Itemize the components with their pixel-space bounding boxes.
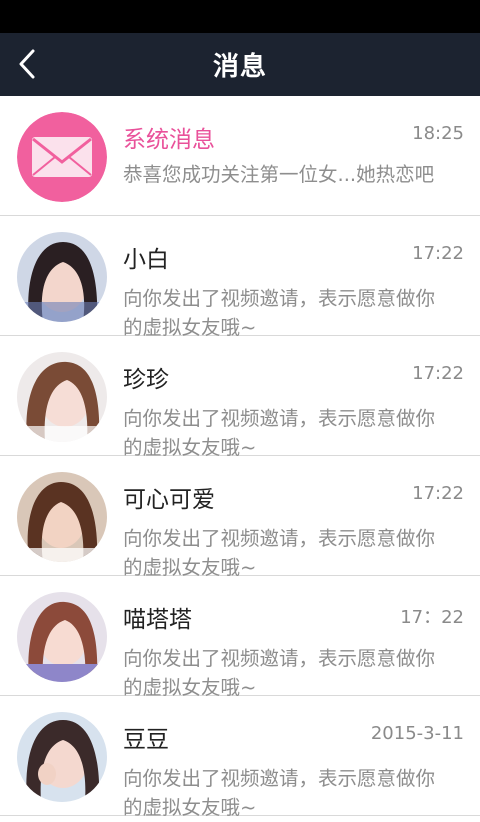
list-item-conversation[interactable]: 可心可爱 17:22 向你发出了视频邀请，表示愿意做你的虚拟女友哦~ (0, 456, 480, 579)
back-button[interactable] (6, 41, 48, 87)
message-preview: 向你发出了视频邀请，表示愿意做你的虚拟女友哦~ (123, 287, 436, 339)
message-preview: 向你发出了视频邀请，表示愿意做你的虚拟女友哦~ (123, 647, 436, 699)
avatar (17, 232, 107, 322)
message-preview: 向你发出了视频邀请，表示愿意做你的虚拟女友哦~ (123, 407, 436, 459)
list-item-conversation[interactable]: 豆豆 2015-3-11 向你发出了视频邀请，表示愿意做你的虚拟女友哦~ (0, 696, 480, 819)
avatar (17, 592, 107, 682)
status-bar (0, 0, 480, 33)
list-item-system-message[interactable]: 系统消息 18:25 恭喜您成功关注第一位女...她热恋吧 (0, 96, 480, 216)
contact-name: 珍珍 (123, 367, 169, 393)
avatar (17, 712, 107, 802)
list-item-conversation[interactable]: 珍珍 17:22 向你发出了视频邀请，表示愿意做你的虚拟女友哦~ (0, 336, 480, 459)
message-time: 2015-3-11 (370, 723, 464, 744)
contact-name: 喵塔塔 (123, 607, 192, 633)
message-time: 17:22 (412, 243, 464, 264)
message-preview: 向你发出了视频邀请，表示愿意做你的虚拟女友哦~ (123, 767, 436, 819)
contact-name: 可心可爱 (123, 487, 215, 513)
avatar (17, 112, 107, 202)
message-time: 17:22 (412, 483, 464, 504)
message-preview: 恭喜您成功关注第一位女...她热恋吧 (123, 163, 435, 186)
page-title: 消息 (212, 52, 267, 82)
message-list: 系统消息 18:25 恭喜您成功关注第一位女...她热恋吧 小白 17:22 向… (0, 96, 480, 819)
message-time: 17:22 (412, 363, 464, 384)
message-time: 18:25 (412, 123, 464, 144)
message-time: 17：22 (400, 607, 464, 628)
avatar (17, 472, 107, 562)
envelope-icon (32, 137, 92, 177)
avatar (17, 352, 107, 442)
contact-name: 豆豆 (123, 727, 169, 753)
contact-name: 小白 (123, 247, 169, 273)
contact-name: 系统消息 (123, 127, 215, 153)
header-bar: 消息 (0, 33, 480, 96)
message-preview: 向你发出了视频邀请，表示愿意做你的虚拟女友哦~ (123, 527, 436, 579)
chevron-left-icon (19, 49, 35, 79)
list-item-conversation[interactable]: 喵塔塔 17：22 向你发出了视频邀请，表示愿意做你的虚拟女友哦~ (0, 576, 480, 699)
list-item-conversation[interactable]: 小白 17:22 向你发出了视频邀请，表示愿意做你的虚拟女友哦~ (0, 216, 480, 339)
